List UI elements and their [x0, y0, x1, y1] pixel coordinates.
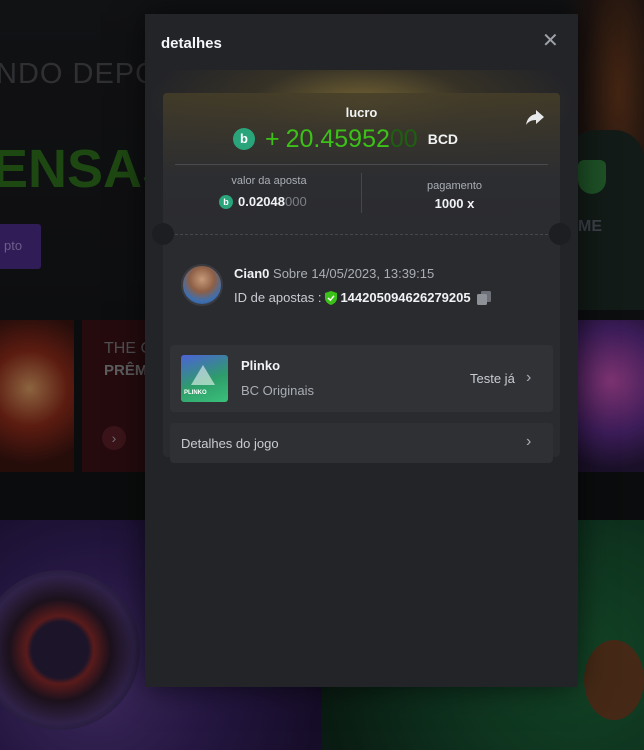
bet-date: Sobre 14/05/2023, 13:39:15 — [273, 266, 435, 281]
bet-amount: b 0.02048 000 — [219, 194, 307, 209]
chevron-right-icon[interactable]: › — [526, 369, 531, 387]
profit-amount: b + 20.45952 00 BCD — [233, 123, 458, 155]
bet-amount-label: valor da aposta — [231, 175, 307, 187]
share-icon[interactable] — [525, 107, 545, 127]
bet-ticket: lucro b + 20.45952 00 BCD valor da apost… — [152, 93, 571, 463]
profit-value-trailing: 00 — [389, 124, 418, 153]
game-details-row[interactable]: Detalhes do jogo › — [170, 423, 553, 463]
thumbnail-label: PLINKO — [184, 390, 207, 396]
bcd-coin-icon: b — [233, 128, 255, 150]
ticket-notch — [152, 223, 174, 245]
copy-icon[interactable] — [476, 290, 491, 305]
bet-id-row: ID de apostas : 144205094626279205 — [234, 290, 491, 305]
ticket-divider — [175, 234, 548, 235]
username[interactable]: Cian0 — [234, 266, 269, 281]
profit-sign: + — [265, 124, 280, 153]
chevron-right-icon[interactable]: › — [526, 433, 531, 451]
modal-header: detalhes ✕ — [145, 14, 578, 70]
bet-id-label: ID de apostas : — [234, 290, 322, 305]
ticket-notch — [549, 223, 571, 245]
divider — [361, 173, 362, 213]
avatar[interactable] — [181, 264, 223, 306]
bet-amount-trailing: 000 — [285, 194, 307, 209]
bet-id-value: 144205094626279205 — [340, 290, 471, 305]
game-provider: BC Originais — [241, 383, 314, 398]
profit-currency: BCD — [427, 131, 459, 147]
payout-value: 1000 x — [434, 196, 475, 211]
page: NDO DEPÓ ENSAS pto ME THE C PRÊM › detal… — [0, 0, 644, 750]
user-info: Cian0 Sobre 14/05/2023, 13:39:15 — [234, 266, 434, 281]
shield-check-icon[interactable] — [325, 290, 338, 305]
game-details-label: Detalhes do jogo — [181, 436, 279, 451]
bet-details-modal: detalhes ✕ lucro b + 20.45952 00 BCD val… — [145, 14, 578, 687]
game-name: Plinko — [241, 358, 281, 373]
bet-amount-value: 0.02048 — [238, 194, 285, 209]
profit-value: 20.45952 — [285, 124, 390, 153]
try-game-link[interactable]: Teste já — [470, 371, 515, 386]
close-icon[interactable]: ✕ — [542, 31, 559, 51]
bcd-coin-icon: b — [219, 194, 233, 209]
modal-title: detalhes — [161, 35, 222, 52]
payout-label: pagamento — [426, 180, 483, 192]
profit-label: lucro — [345, 105, 378, 120]
divider — [175, 164, 548, 165]
game-card[interactable]: PLINKO Plinko BC Originais Teste já › — [170, 345, 553, 412]
plinko-thumbnail: PLINKO — [181, 355, 228, 402]
